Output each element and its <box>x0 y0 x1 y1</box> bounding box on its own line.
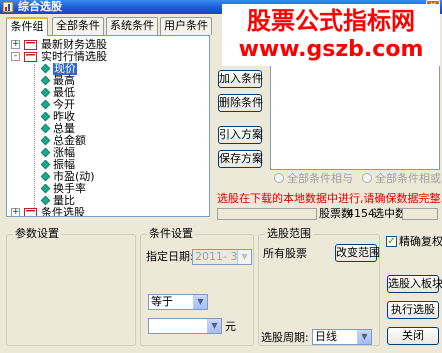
unit-label: 元 <box>225 320 236 333</box>
radio-and-conditions[interactable]: 全部条件相与 <box>274 173 353 185</box>
radio-icon <box>274 173 284 183</box>
adjust-label: 精确复权 <box>399 235 442 248</box>
window-title: 综合选股 <box>18 0 62 13</box>
leaf-icon <box>41 148 50 157</box>
leaf-icon <box>41 100 50 109</box>
change-range-button[interactable]: 改变范围 <box>335 244 380 262</box>
watermark-url: www.gszb.com <box>238 37 424 62</box>
watermark-title: 股票公式指标网 <box>247 7 415 35</box>
params-group-title: 参数设置 <box>13 227 61 240</box>
tree-guide-line <box>34 64 35 212</box>
range-value: 所有股票 <box>263 247 307 260</box>
leaf-icon <box>41 112 50 121</box>
value-input[interactable]: ▼ <box>148 318 222 334</box>
operator-value: 等于 <box>151 295 173 308</box>
leaf-icon <box>41 124 50 133</box>
folder-icon <box>24 40 37 50</box>
chevron-down-icon: ▼ <box>193 295 207 309</box>
tree-node-label: 条件选股 <box>41 206 85 217</box>
folder-icon <box>24 208 37 216</box>
radio-icon <box>362 173 372 183</box>
adjust-checkbox[interactable]: ✓ <box>386 236 397 247</box>
leaf-icon <box>41 172 50 181</box>
period-value: 日线 <box>315 330 337 343</box>
radio-or-label: 全部条件相或 <box>375 172 441 185</box>
stats-left-panel <box>217 208 317 220</box>
chevron-down-icon: ▼ <box>237 250 251 264</box>
save-plan-button[interactable]: 保存方案 <box>218 150 263 168</box>
tab-user-conditions[interactable]: 用户条件 <box>160 17 212 35</box>
leaf-icon <box>41 196 50 205</box>
date-label: 指定日期: <box>146 250 194 263</box>
load-plan-button[interactable]: 引入方案 <box>218 126 263 144</box>
params-group: 参数设置 <box>6 228 136 346</box>
leaf-icon <box>41 184 50 193</box>
leaf-icon <box>41 136 50 145</box>
tab-system-conditions[interactable]: 系统条件 <box>106 17 158 35</box>
condition-tree[interactable]: + 最新财务选股 - 实时行情选股 现价 最高 最低 今开 昨收 总量 总金额 … <box>6 35 210 217</box>
folder-icon <box>24 52 37 62</box>
app-icon <box>2 1 14 13</box>
operator-select[interactable]: 等于 ▼ <box>148 294 208 310</box>
chevron-down-icon: ▼ <box>207 319 221 333</box>
close-button[interactable]: 关闭 <box>387 327 439 345</box>
watermark-overlay: 股票公式指标网 www.gszb.com <box>222 4 440 66</box>
range-group-title: 选股范围 <box>265 227 313 240</box>
chevron-down-icon: ▼ <box>357 330 371 344</box>
leaf-icon <box>41 64 50 73</box>
stock-count-value: 4154 <box>347 207 375 220</box>
collapse-toggle[interactable]: - <box>11 52 20 61</box>
delete-condition-button[interactable]: 删除条件 <box>218 94 263 112</box>
expand-toggle[interactable]: + <box>11 208 20 216</box>
date-picker[interactable]: 2011- 3-20 ▼ <box>192 249 252 265</box>
local-data-warning: 选股在下载的本地数据中进行,请确保数据完整. <box>217 192 442 205</box>
radio-and-label: 全部条件相与 <box>287 172 353 185</box>
radio-or-conditions[interactable]: 全部条件相或 <box>362 173 441 185</box>
select-to-block-button[interactable]: 选股入板块 <box>387 275 442 293</box>
tab-all-conditions[interactable]: 全部条件 <box>52 17 104 35</box>
expand-toggle[interactable]: + <box>11 40 20 49</box>
leaf-icon <box>41 88 50 97</box>
leaf-icon <box>41 160 50 169</box>
condition-settings-title: 条件设置 <box>147 227 195 240</box>
execute-select-button[interactable]: 执行选股 <box>387 301 439 319</box>
selected-count-value <box>402 208 438 220</box>
add-condition-button[interactable]: 加入条件 <box>218 70 263 88</box>
period-label: 选股周期: <box>261 331 309 344</box>
condition-list[interactable] <box>270 60 440 170</box>
tab-condition-group[interactable]: 条件组 <box>6 17 48 36</box>
leaf-icon <box>41 76 50 85</box>
period-select[interactable]: 日线 ▼ <box>312 329 372 345</box>
